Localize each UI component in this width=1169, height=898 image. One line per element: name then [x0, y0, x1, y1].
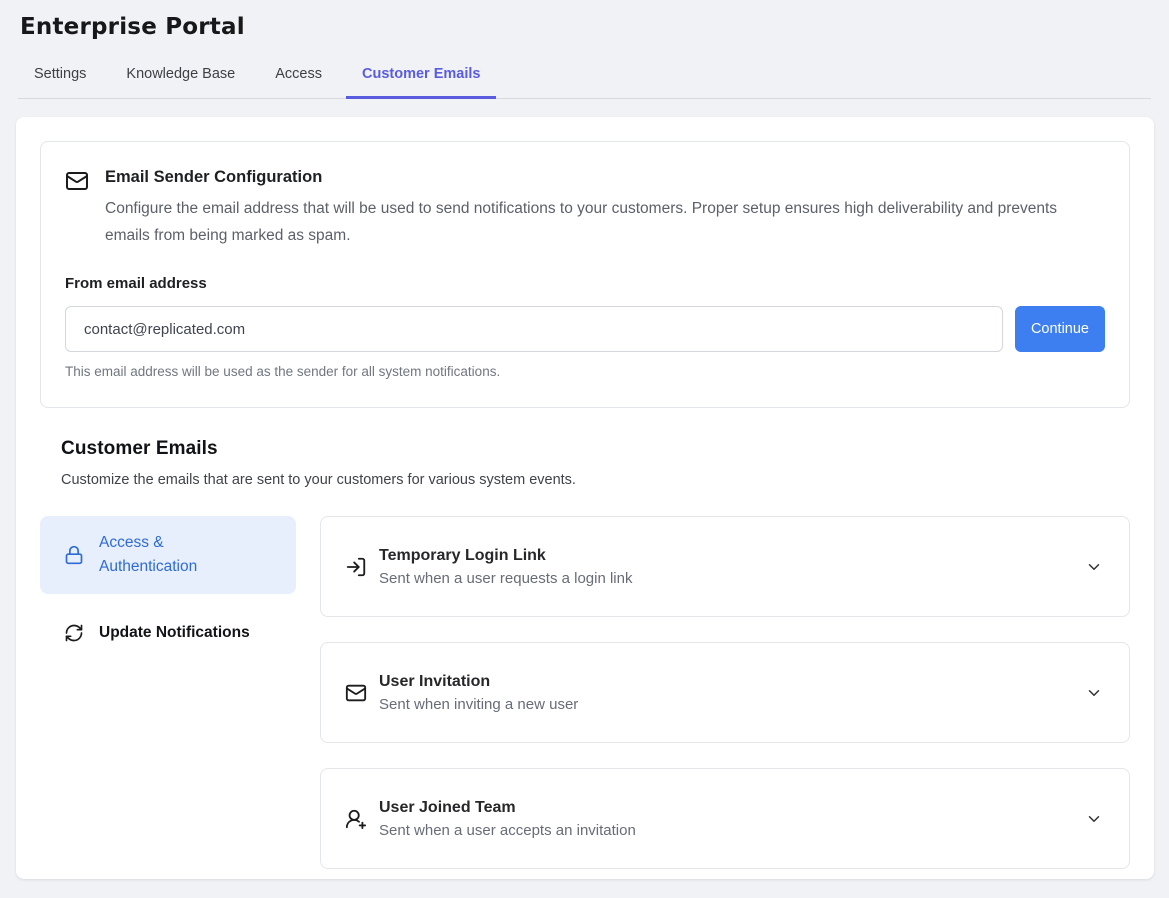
template-title: Temporary Login Link	[379, 547, 1081, 565]
lock-icon	[64, 545, 84, 565]
continue-button[interactable]: Continue	[1015, 306, 1105, 352]
template-description: Sent when inviting a new user	[379, 696, 1081, 713]
login-icon	[345, 556, 367, 578]
tab-bar: Settings Knowledge Base Access Customer …	[18, 54, 1151, 99]
from-email-label: From email address	[65, 275, 1105, 292]
sender-config-description: Configure the email address that will be…	[105, 195, 1105, 249]
tab-access[interactable]: Access	[259, 54, 338, 99]
customer-emails-subtitle: Customize the emails that are sent to yo…	[61, 472, 1130, 488]
main-panel: Email Sender Configuration Configure the…	[16, 117, 1154, 879]
tab-knowledge-base[interactable]: Knowledge Base	[110, 54, 251, 99]
chevron-down-icon[interactable]	[1081, 806, 1107, 832]
sender-config-title: Email Sender Configuration	[105, 168, 1105, 187]
user-plus-icon	[345, 808, 367, 830]
email-template-list: Temporary Login Link Sent when a user re…	[320, 516, 1130, 869]
mail-icon	[345, 682, 367, 704]
template-title: User Joined Team	[379, 799, 1081, 817]
page-header: Enterprise Portal	[0, 0, 1169, 40]
sender-helper-text: This email address will be used as the s…	[65, 364, 1105, 379]
customer-emails-section-header: Customer Emails Customize the emails tha…	[61, 438, 1130, 488]
tab-customer-emails[interactable]: Customer Emails	[346, 54, 496, 99]
template-card-user-joined-team[interactable]: User Joined Team Sent when a user accept…	[320, 768, 1130, 869]
page-title: Enterprise Portal	[20, 14, 1149, 40]
template-card-user-invitation[interactable]: User Invitation Sent when inviting a new…	[320, 642, 1130, 743]
email-sender-config-card: Email Sender Configuration Configure the…	[40, 141, 1130, 408]
category-update-notifications[interactable]: Update Notifications	[40, 608, 296, 658]
category-label: Access & Authentication	[99, 531, 244, 579]
category-access-authentication[interactable]: Access & Authentication	[40, 516, 296, 594]
from-email-input[interactable]	[65, 306, 1003, 352]
customer-emails-title: Customer Emails	[61, 438, 1130, 460]
template-description: Sent when a user accepts an invitation	[379, 822, 1081, 839]
email-category-list: Access & Authentication Update Notificat…	[40, 516, 296, 869]
tab-settings[interactable]: Settings	[18, 54, 102, 99]
template-title: User Invitation	[379, 673, 1081, 691]
chevron-down-icon[interactable]	[1081, 554, 1107, 580]
template-description: Sent when a user requests a login link	[379, 570, 1081, 587]
mail-icon	[65, 168, 89, 249]
template-card-temporary-login-link[interactable]: Temporary Login Link Sent when a user re…	[320, 516, 1130, 617]
refresh-icon	[64, 623, 84, 643]
category-label: Update Notifications	[99, 624, 250, 642]
chevron-down-icon[interactable]	[1081, 680, 1107, 706]
